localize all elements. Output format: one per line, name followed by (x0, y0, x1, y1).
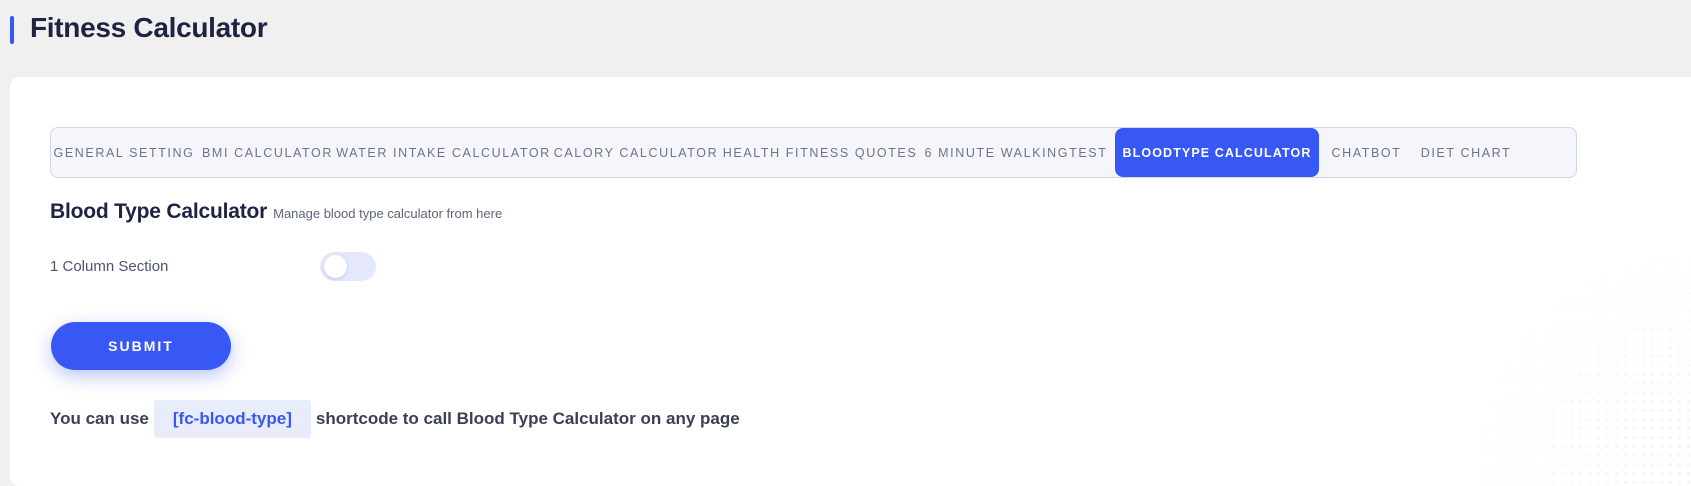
tab-water-intake-calculator[interactable]: WATER INTAKE CALCULATOR (336, 128, 549, 177)
shortcode-badge: [fc-blood-type] (153, 400, 311, 438)
tab-bmi-calculator[interactable]: BMI CALCULATOR (197, 128, 338, 177)
dot-pattern-decoration (1450, 226, 1691, 486)
tab-bar: GENERAL SETTING BMI CALCULATOR WATER INT… (50, 127, 1577, 178)
tab-general-setting[interactable]: GENERAL SETTING (51, 128, 197, 177)
tab-6-minute-walkingtest[interactable]: 6 MINUTE WALKINGTEST (917, 128, 1115, 177)
settings-card: GENERAL SETTING BMI CALCULATOR WATER INT… (10, 77, 1691, 486)
tab-chatbot[interactable]: CHATBOT (1319, 128, 1414, 177)
submit-button[interactable]: SUBMIT (51, 322, 231, 370)
usage-suffix: shortcode to call Blood Type Calculator … (315, 409, 740, 428)
section-heading: Blood Type Calculator Manage blood type … (50, 200, 502, 224)
one-column-section-toggle[interactable] (320, 252, 376, 281)
section-title: Blood Type Calculator (50, 200, 268, 223)
one-column-section-label: 1 Column Section (50, 258, 169, 275)
tab-health-fitness-quotes[interactable]: HEALTH FITNESS QUOTES (723, 128, 917, 177)
page-title: Fitness Calculator (30, 12, 268, 43)
header-accent-bar (10, 16, 14, 44)
tab-diet-chart[interactable]: DIET CHART (1414, 128, 1518, 177)
usage-prefix: You can use (50, 409, 149, 428)
tab-bloodtype-calculator[interactable]: BLOODTYPE CALCULATOR (1115, 128, 1319, 177)
page-header: Fitness Calculator (0, 0, 1691, 70)
tab-calory-calculator[interactable]: CALORY CALCULATOR (549, 128, 723, 177)
toggle-knob (324, 255, 347, 278)
shortcode-usage-line: You can use [fc-blood-type] shortcode to… (50, 400, 740, 438)
section-subtitle: Manage blood type calculator from here (273, 206, 503, 221)
